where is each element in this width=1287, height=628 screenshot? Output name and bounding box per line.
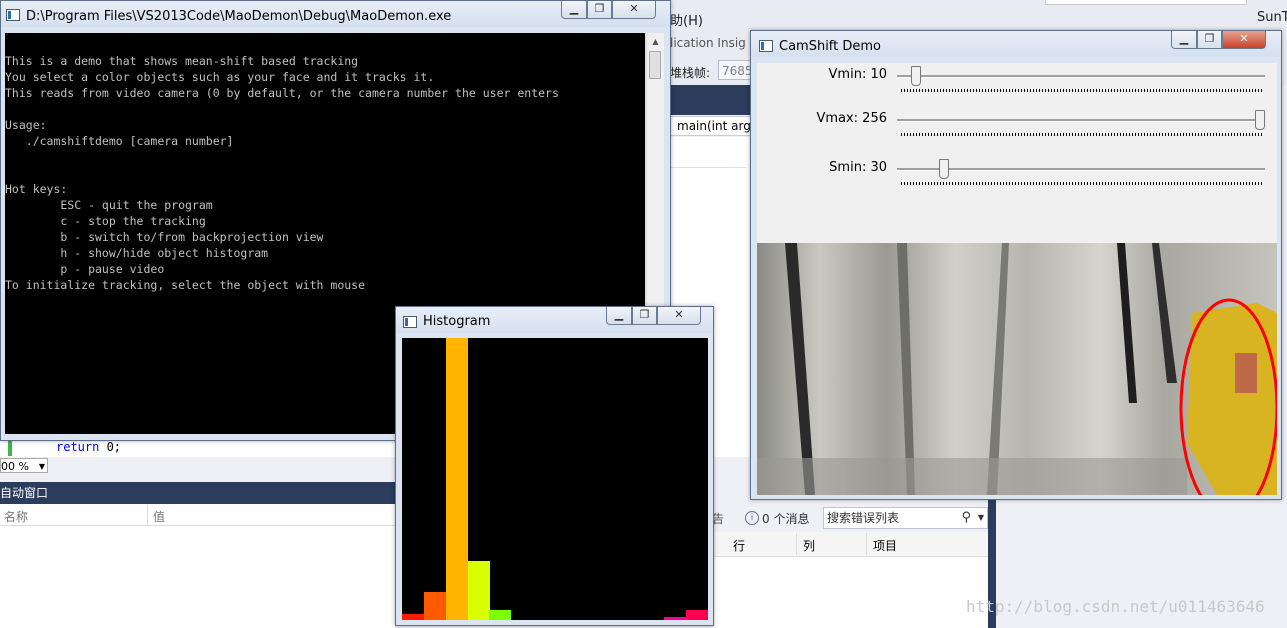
console-line: b - switch to/from backprojection view — [5, 230, 324, 244]
console-text: This is a demo that shows mean-shift bas… — [5, 33, 645, 293]
watermark: http://blog.csdn.net/u011463646 — [966, 597, 1265, 616]
histogram-bar — [686, 610, 708, 620]
autos-col-separator[interactable] — [147, 505, 148, 525]
autos-window-title[interactable]: 自动窗口 — [0, 482, 395, 504]
window-sill — [757, 458, 1187, 495]
console-line: Hot keys: — [5, 182, 68, 196]
zoom-value: 00 % — [1, 460, 29, 473]
histogram-bar — [489, 610, 511, 620]
maximize-button[interactable]: ❐ — [1197, 31, 1222, 49]
trackbar-label: Vmin: 10 — [828, 67, 887, 82]
console-line: c - stop the tracking — [5, 214, 206, 228]
console-line: ESC - quit the program — [5, 198, 213, 212]
histogram-bar — [402, 614, 424, 620]
chevron-down-icon[interactable]: ▼ — [39, 459, 45, 474]
trackbar-label: Smin: 30 — [829, 160, 887, 175]
scroll-thumb[interactable] — [649, 51, 661, 79]
autos-header-divider — [0, 525, 395, 526]
ide-stack-frame-label: 堆栈帧: — [670, 66, 711, 80]
trackbar-track[interactable] — [897, 168, 1265, 171]
maximize-button[interactable]: ❐ — [632, 307, 657, 325]
camera-frame[interactable] — [757, 243, 1277, 495]
autos-window — [0, 504, 395, 628]
trackbar-thumb[interactable] — [1255, 110, 1265, 130]
error-list-messages-toggle[interactable]: 0 个消息 — [762, 510, 809, 527]
console-titlebar[interactable]: D:\Program Files\VS2013Code\MaoDemon\Deb… — [1, 1, 670, 27]
console-line: You select a color objects such as your … — [5, 70, 435, 84]
console-line: h - show/hide object histogram — [5, 246, 269, 260]
minimize-button[interactable]: ▁ — [561, 1, 587, 19]
error-col-project[interactable]: 项目 — [873, 537, 897, 554]
close-button[interactable]: ✕ — [1222, 31, 1266, 49]
changed-line-marker — [8, 440, 12, 456]
ide-app-insights[interactable]: lication Insig — [670, 36, 746, 50]
histogram-window[interactable]: Histogram ▁ ❐ ✕ — [395, 306, 714, 626]
console-line: This reads from video camera (0 by defau… — [5, 86, 559, 100]
ide-code-line[interactable]: return 0; — [8, 440, 400, 456]
trackbar-track[interactable] — [897, 75, 1265, 78]
histogram-bar — [424, 592, 446, 620]
col-separator[interactable] — [866, 533, 867, 555]
console-line: To initialize tracking, select the objec… — [5, 278, 366, 292]
close-button[interactable]: ✕ — [657, 307, 701, 325]
error-col-column[interactable]: 列 — [803, 537, 815, 554]
info-icon: i — [745, 511, 759, 525]
trackbar-label: Vmax: 256 — [816, 111, 887, 126]
code-text: 0; — [99, 440, 122, 454]
ide-quick-launch[interactable] — [1045, 0, 1247, 5]
error-col-line[interactable]: 行 — [733, 537, 745, 554]
maximize-button[interactable]: ❐ — [587, 1, 612, 19]
histogram-titlebar[interactable]: Histogram ▁ ❐ ✕ — [396, 307, 713, 333]
ide-zoom-combo[interactable]: 00 % ▼ — [0, 458, 48, 473]
camera-view[interactable] — [757, 243, 1277, 495]
trackbar-thumb[interactable] — [910, 66, 921, 86]
trackbar-ticks — [901, 133, 1263, 136]
scroll-up-icon[interactable]: ▲ — [647, 33, 664, 50]
error-list-header — [713, 532, 988, 557]
ide-user-name[interactable]: SunT — [1257, 10, 1287, 25]
ide-tab-strip — [665, 85, 755, 115]
error-list-search-input[interactable]: 搜索错误列表 ⚲ ▼ — [823, 507, 988, 529]
console-line: Usage: — [5, 118, 47, 132]
histogram-app-icon[interactable] — [403, 316, 417, 328]
trackbar-ticks — [901, 182, 1263, 185]
console-line: This is a demo that shows mean-shift bas… — [5, 54, 359, 68]
histogram-canvas — [402, 338, 708, 620]
autos-col-value[interactable]: 值 — [153, 508, 165, 525]
camshift-titlebar[interactable]: CamShift Demo ▁ ❐ ✕ — [751, 31, 1281, 57]
code-keyword: return — [56, 440, 100, 454]
camshift-app-icon[interactable] — [759, 40, 773, 52]
camshift-window[interactable]: CamShift Demo ▁ ❐ ✕ Vmin: 10 Vmax: 256 Smi… — [750, 30, 1282, 500]
chevron-down-icon[interactable]: ▼ — [978, 508, 984, 528]
trackbar-track[interactable] — [897, 119, 1265, 122]
console-line: p - pause video — [5, 262, 165, 276]
ide-editor-divider — [666, 137, 746, 168]
console-line: ./camshiftdemo [camera number] — [5, 134, 234, 148]
object-label — [1235, 353, 1257, 393]
search-placeholder: 搜索错误列表 — [827, 511, 900, 525]
trackbar-thumb[interactable] — [938, 159, 949, 179]
trackbar-ticks — [901, 89, 1263, 92]
autos-col-name[interactable]: 名称 — [4, 508, 28, 525]
close-button[interactable]: ✕ — [612, 1, 656, 19]
trackbar-panel: Vmin: 10 Vmax: 256 Smin: 30 — [757, 63, 1277, 243]
histogram-title: Histogram — [423, 314, 491, 329]
console-title: D:\Program Files\VS2013Code\MaoDemon\Deb… — [26, 9, 452, 24]
col-separator[interactable] — [796, 533, 797, 555]
camshift-title: CamShift Demo — [779, 39, 882, 54]
ide-menu-help[interactable]: 助(H) — [670, 10, 703, 29]
minimize-button[interactable]: ▁ — [606, 307, 632, 325]
ide-function-combo[interactable]: main(int arg — [670, 116, 752, 136]
search-icon[interactable]: ⚲ — [961, 508, 971, 528]
minimize-button[interactable]: ▁ — [1171, 31, 1197, 49]
histogram-bar — [446, 338, 468, 620]
histogram-bar — [664, 617, 686, 620]
console-app-icon[interactable] — [6, 9, 20, 21]
histogram-bar — [468, 561, 490, 620]
